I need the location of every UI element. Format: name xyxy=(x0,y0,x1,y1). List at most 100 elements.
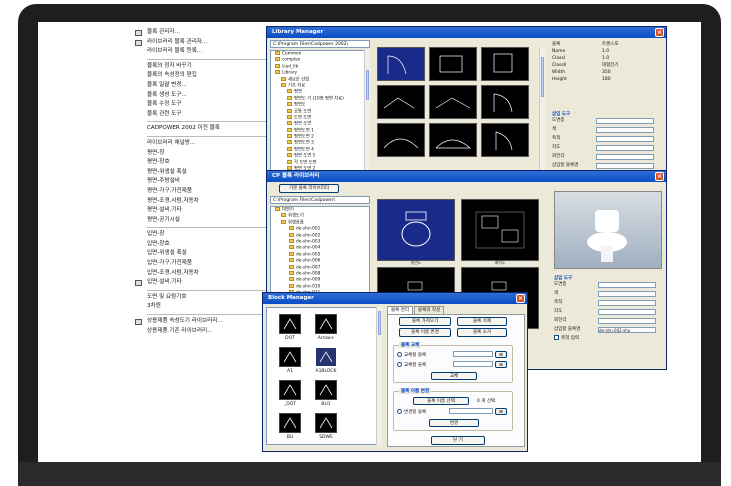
block-thumbnail[interactable] xyxy=(315,413,337,433)
property-key: ClassI xyxy=(552,56,566,61)
insert-row: 삽입할 블록명 de-shn-002-shu xyxy=(554,326,664,335)
folder-icon xyxy=(287,114,292,119)
menu-item[interactable]: 입면-설비,기타 xyxy=(133,278,283,288)
import-block-button[interactable]: 블록 가져오기 xyxy=(399,317,451,326)
insert-row-field[interactable] xyxy=(598,300,656,306)
delete-block-button[interactable]: 블록 삭제 xyxy=(457,317,507,326)
tree-node-label: de-shn-002 xyxy=(296,233,321,239)
select-block-name-button[interactable]: 블록 이름 선택 xyxy=(413,397,469,405)
menu-item[interactable]: 평면-창호▸ xyxy=(133,158,283,168)
menu-item[interactable]: 블록 생성 도구...BMT xyxy=(133,91,283,101)
menu-item[interactable]: 평면-위생설 폭설▸ xyxy=(133,168,283,178)
library-thumbnail[interactable] xyxy=(429,85,477,119)
cp-thumbnail-layout[interactable]: 배치도 xyxy=(461,199,539,265)
pick-icon[interactable]: ⊞ xyxy=(495,351,507,358)
menu-item[interactable]: 입면-창호▸ xyxy=(133,240,283,250)
replaced-block-radio[interactable]: 교체될 블록 xyxy=(397,352,426,358)
menu-item-label: 블록 관련 도구 xyxy=(147,110,182,117)
block-thumbnail[interactable] xyxy=(315,347,337,367)
menu-item[interactable]: 블록 수정 도구▸ xyxy=(133,100,283,110)
menu-item[interactable]: 블록의 정지 바꾸기BTM xyxy=(133,62,283,72)
library-manager-titlebar: Library Manager × xyxy=(267,27,666,38)
tab-block-create[interactable]: 블록의 작성 xyxy=(414,306,445,314)
library-thumbnail[interactable] xyxy=(429,123,477,157)
replacing-block-field[interactable] xyxy=(453,361,493,367)
menu-item[interactable]: 입면-가구,가전제품▸ xyxy=(133,259,283,269)
property-row: ClassII 대형전기 xyxy=(552,62,662,69)
block-thumbnail[interactable] xyxy=(279,413,301,433)
menu-item[interactable]: 블록 일괄 변경...BCH xyxy=(133,81,283,91)
cp-path-field[interactable]: C:\Program Files\Cadpower\ xyxy=(270,196,370,204)
block-list-scrollbar[interactable] xyxy=(376,307,382,445)
change-button[interactable]: 변경 xyxy=(429,419,479,427)
insert-row: 회전각 xyxy=(554,317,664,326)
rename-block-button[interactable]: 블록 이름 변경 xyxy=(399,328,451,337)
library-thumbnail[interactable] xyxy=(377,47,425,81)
tab-block-manage[interactable]: 블록 관리 xyxy=(387,306,413,314)
menu-item[interactable]: 입면-창▸ xyxy=(133,230,283,240)
menu-item[interactable]: 라이브러리 블록 관리자...LM xyxy=(133,38,283,48)
library-thumbnail[interactable] xyxy=(481,47,529,81)
insert-row-field[interactable] xyxy=(596,136,654,142)
menu-item[interactable]: 라이브러리 채널방...▸ xyxy=(133,139,283,149)
menu-item[interactable]: CADPOWER 2002 이전 블록▸ xyxy=(133,124,283,134)
menu-item[interactable]: 블록의 속성정의 편집▸ xyxy=(133,71,283,81)
replacing-block-radio[interactable]: 교체할 블록 xyxy=(397,362,426,368)
insert-row-field[interactable] xyxy=(596,154,654,160)
thumbnail-scrollbar[interactable] xyxy=(539,47,545,187)
menu-item[interactable]: 상용제품 속성도기 라이브러리...BLM xyxy=(133,317,283,327)
menu-item[interactable]: 평면-조경,사람,자동차▸ xyxy=(133,197,283,207)
insert-row-field[interactable] xyxy=(598,282,656,288)
block-thumbnail[interactable] xyxy=(315,380,337,400)
library-thumbnail[interactable] xyxy=(481,85,529,119)
replaced-block-field[interactable] xyxy=(453,351,493,357)
menu-item[interactable]: 도면 및 요람기호▸ xyxy=(133,293,283,303)
menu-item[interactable]: 상용제품 기존 라이브러리...ESS xyxy=(133,327,283,337)
close-icon[interactable]: × xyxy=(655,172,664,181)
pick-icon[interactable]: ⊞ xyxy=(495,361,507,368)
menu-item[interactable]: 평면-주방설비▸ xyxy=(133,177,283,187)
block-thumbnail[interactable] xyxy=(315,314,337,334)
purge-block-button[interactable]: 블록 소거 xyxy=(457,328,507,337)
insert-row-field[interactable] xyxy=(596,163,654,169)
block-thumbnail[interactable] xyxy=(279,380,301,400)
menu-item[interactable]: 블록 관리자...BM xyxy=(133,28,283,38)
block-thumbnail[interactable] xyxy=(279,347,301,367)
menu-item[interactable]: 입면-위생설 폭설▸ xyxy=(133,249,283,259)
menu-item[interactable]: 블록 관련 도구▸ xyxy=(133,110,283,120)
pick-icon[interactable]: ⊞ xyxy=(495,408,507,415)
insert-row-field[interactable] xyxy=(596,118,654,124)
library-thumbnail[interactable] xyxy=(377,85,425,119)
close-icon[interactable]: × xyxy=(516,294,525,303)
insert-row-field[interactable] xyxy=(598,309,656,315)
menu-item[interactable]: 평면-공기시설▸ xyxy=(133,216,283,226)
cp-thumbnail-floorplan[interactable]: 평면도 xyxy=(377,199,455,265)
insert-row-field[interactable]: de-shn-002-shu xyxy=(598,327,656,333)
menu-item[interactable]: 라이브러리 블록 등록...RB xyxy=(133,47,283,57)
property-key: Height xyxy=(552,77,567,82)
menu-item[interactable]: 평면-가구,가전제품▸ xyxy=(133,187,283,197)
change-block-field[interactable] xyxy=(449,408,493,414)
scale-input-checkbox[interactable]: 축척 입력 xyxy=(554,335,664,342)
menu-item[interactable]: 입면-조경,사람,자동차▸ xyxy=(133,269,283,279)
path-field[interactable]: C:\Program Files\Cadpower 2002\ xyxy=(270,40,370,48)
replace-button[interactable]: 교체 xyxy=(431,372,477,380)
menu-item[interactable]: 평면-창▸ xyxy=(133,149,283,159)
close-button[interactable]: 닫 기 xyxy=(431,436,485,445)
library-thumbnail[interactable] xyxy=(481,123,529,157)
insert-row-field[interactable] xyxy=(598,291,656,297)
menu-item[interactable]: 3차원▸ xyxy=(133,302,283,312)
close-icon[interactable]: × xyxy=(655,28,664,37)
menu-item[interactable]: 평면-설비,기타▸ xyxy=(133,206,283,216)
change-block-radio[interactable]: 변경할 블록 xyxy=(397,409,426,415)
tree-scrollbar[interactable] xyxy=(364,50,370,190)
folder-icon xyxy=(287,121,292,126)
library-thumbnail[interactable] xyxy=(377,123,425,157)
block-thumbnail[interactable] xyxy=(279,314,301,334)
insert-row-field[interactable] xyxy=(596,145,654,151)
insert-row-field[interactable] xyxy=(596,127,654,133)
insert-row-field[interactable] xyxy=(598,318,656,324)
library-thumbnail[interactable] xyxy=(429,47,477,81)
cp-library-tab[interactable]: 기본 블록 라이브러리 xyxy=(279,184,339,193)
menu-item-label: 입면-창 xyxy=(147,231,165,238)
